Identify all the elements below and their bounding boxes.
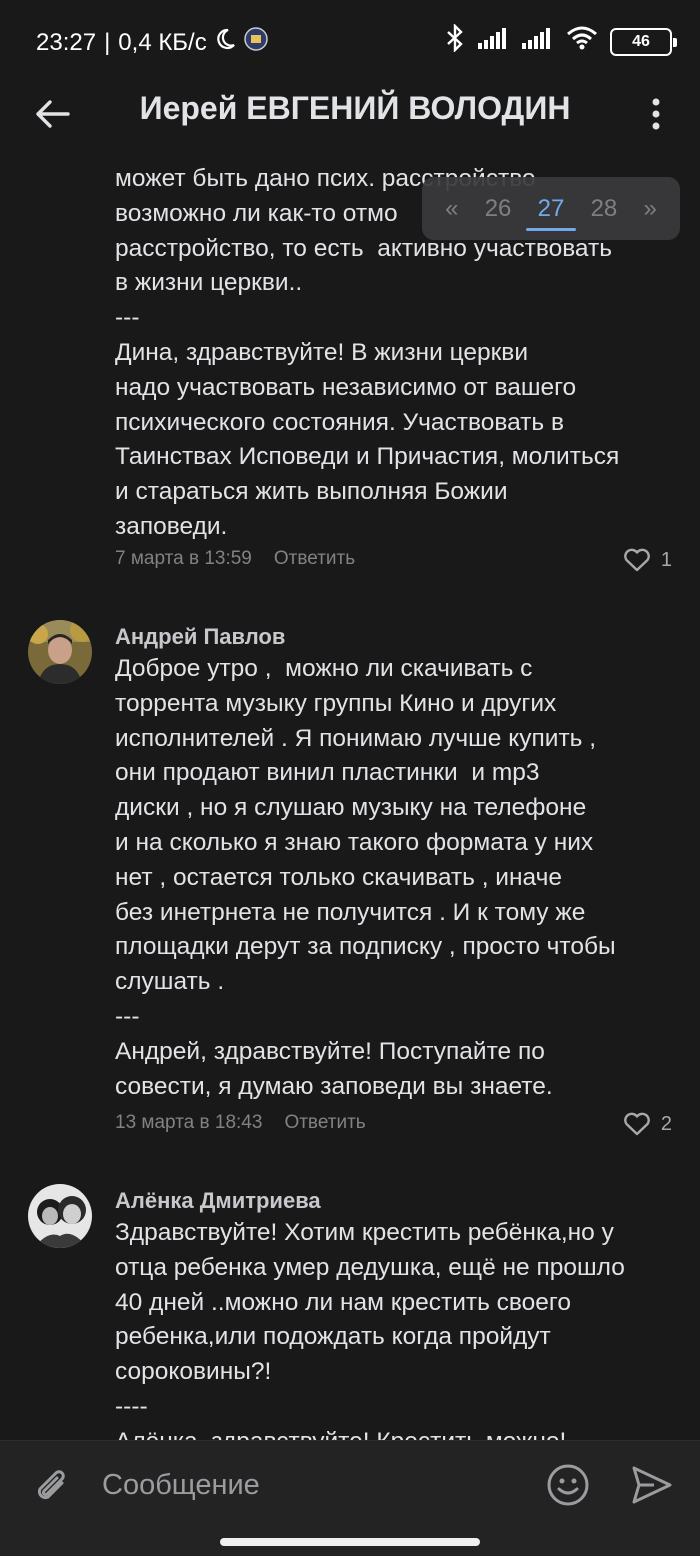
comment-meta: 13 марта в 18:43 Ответить [115,1112,366,1134]
battery-icon: 46 [610,27,677,56]
page-pager: « 26 27 28 » [422,177,680,240]
like-button[interactable]: 2 [623,1112,672,1136]
top-app-bar: Иерей ЕВГЕНИЙ ВОЛОДИН [0,80,700,150]
wifi-icon [566,26,598,57]
pager-prev-button[interactable]: « [445,195,458,223]
comment-date: 7 марта в 13:59 [115,548,252,569]
battery-level: 46 [632,32,650,50]
status-bar: 23:27 | 0,4 КБ/с 46 [0,0,700,80]
like-button[interactable]: 1 [623,548,672,572]
more-options-button[interactable] [638,92,674,136]
smile-icon [547,1464,589,1506]
avatar[interactable] [28,620,92,684]
moon-icon [213,27,237,58]
emoji-button[interactable] [546,1463,590,1507]
back-button[interactable] [30,92,74,136]
attach-button[interactable] [32,1463,72,1507]
reply-link[interactable]: Ответить [284,1112,365,1134]
pager-page[interactable]: 28 [591,195,618,223]
signal-icon [478,27,510,56]
pager-page[interactable]: 26 [485,195,512,223]
status-left: 23:27 | 0,4 КБ/с [36,26,269,59]
reply-link[interactable]: Ответить [274,548,355,570]
bluetooth-icon [444,23,466,59]
signal-icon [522,27,554,56]
comments-feed[interactable]: может быть дано псих. расстройство возмо… [0,150,700,1440]
comment-author[interactable]: Андрей Павлов [115,624,285,650]
comment-text: Здравствуйте! Хотим крестить ребёнка,но … [115,1219,625,1440]
comment-meta: 7 марта в 13:59 Ответить [115,548,355,570]
pager-next-button[interactable]: » [644,195,657,223]
pager-current-page[interactable]: 27 [525,195,576,231]
like-count: 1 [660,548,672,571]
more-vertical-icon [652,98,660,130]
comment-author[interactable]: Алёнка Дмитриева [115,1188,321,1214]
heart-icon [623,548,650,572]
status-right: 46 [444,23,677,59]
paperclip-icon [37,1470,65,1500]
message-input[interactable] [102,1465,522,1505]
status-time: 23:27 [36,28,97,56]
app-notification-icon [243,26,269,59]
heart-icon [623,1112,650,1136]
home-indicator[interactable] [220,1538,480,1546]
send-icon [632,1466,672,1504]
arrow-left-icon [36,100,70,128]
page-title: Иерей ЕВГЕНИЙ ВОЛОДИН [139,90,571,126]
comment-text: Доброе утро , можно ли скачивать с торре… [115,655,616,1100]
network-speed: 0,4 КБ/с [118,28,207,56]
send-button[interactable] [630,1463,674,1507]
avatar[interactable] [28,1184,92,1248]
status-separator: | [104,28,111,56]
like-count: 2 [660,1112,672,1135]
comment-date: 13 марта в 18:43 [115,1112,263,1133]
